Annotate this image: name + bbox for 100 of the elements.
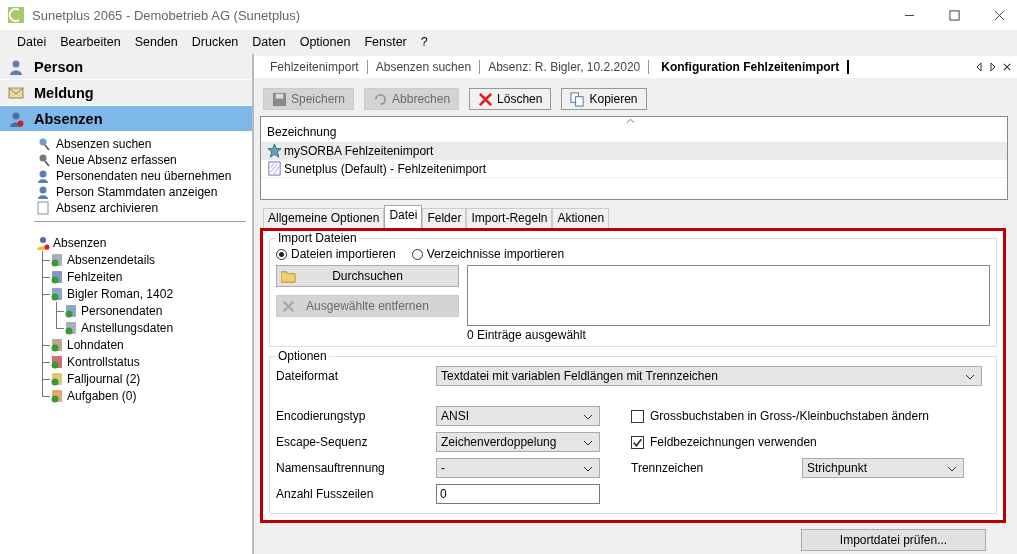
status-icon [64, 320, 78, 335]
checkbox-option[interactable]: Grossbuchstaben in Gross-/Kleinbuchstaben ändern [631, 409, 929, 423]
chevron-down-icon [583, 440, 593, 446]
document-tab[interactable]: Fehlzeitenimport [262, 60, 368, 74]
action-link[interactable]: Absenzen suchen [36, 136, 252, 152]
dropdown[interactable]: Textdatei mit variablen Feldlängen mit Trennzeichen [436, 366, 982, 386]
menu-item[interactable]: ? [413, 35, 435, 49]
radio-option[interactable]: Dateien importieren [276, 247, 396, 261]
tree-item[interactable]: Anstellungsdaten [64, 319, 252, 336]
field-label: Namensauftrennung [276, 461, 386, 475]
undo-icon [373, 91, 389, 107]
dropdown[interactable]: - [436, 458, 600, 478]
window-title: Sunetplus 2065 - Demobetrieb AG (Sunetplus) [32, 7, 301, 23]
tree-item[interactable]: Absenzendetails [50, 251, 252, 268]
nav-section[interactable]: Person [0, 54, 252, 79]
scroll-right-icon[interactable] [989, 62, 997, 72]
dropdown[interactable]: Zeichenverdoppelung [436, 432, 600, 452]
close-icon[interactable] [1003, 62, 1011, 72]
status-icon [50, 354, 64, 369]
action-link[interactable]: Neue Absenz erfassen [36, 152, 252, 168]
section-icon [8, 110, 24, 127]
menu-item[interactable]: Optionen [292, 35, 358, 49]
folder-icon [281, 270, 296, 283]
copy-icon [570, 91, 586, 107]
tree-item[interactable]: Bigler Roman, 1402 [50, 285, 252, 302]
checkbox-option[interactable]: Feldbezeichnungen verwenden [631, 435, 817, 449]
tab[interactable]: Allgemeine Optionen [263, 208, 385, 228]
menu-item[interactable]: Drucken [184, 35, 246, 49]
check-import-file-button[interactable]: Importdatei prüfen... [801, 529, 986, 551]
close-icon[interactable] [994, 9, 1005, 21]
status-icon [50, 337, 64, 352]
person-icon [36, 185, 50, 199]
maximize-icon[interactable] [949, 9, 960, 21]
menu-item[interactable]: Daten [245, 35, 293, 49]
status-icon [64, 303, 78, 318]
tab[interactable]: Aktionen [552, 208, 610, 228]
action-link[interactable]: Personendaten neu übernehmen [36, 168, 252, 184]
status-icon [50, 371, 64, 386]
person-icon [36, 169, 50, 183]
tab[interactable]: Felder [422, 208, 467, 228]
field-label: Encodierungstyp [276, 409, 367, 423]
section-icon [8, 58, 24, 75]
selection-count: 0 Einträge ausgewählt [467, 328, 587, 342]
input-field[interactable]: 0 [436, 484, 600, 504]
tab[interactable]: Import-Regeln [466, 208, 553, 228]
dropdown[interactable]: Strichpunkt [802, 458, 964, 478]
tree-item[interactable]: Absenzen [36, 234, 252, 251]
menu-item[interactable]: Datei [10, 35, 54, 49]
checkmark-icon [632, 436, 643, 448]
browse-button[interactable]: Durchsuchen [276, 265, 459, 287]
document-tab[interactable]: Absenzen suchen [367, 60, 481, 74]
tree-item[interactable]: Falljournal (2) [50, 370, 252, 387]
document-icon [267, 161, 282, 176]
chevron-down-icon [947, 466, 957, 472]
app-logo-icon [8, 7, 24, 23]
status-icon [50, 252, 64, 267]
tree-item[interactable]: Aufgaben (0) [50, 387, 252, 404]
field-label: Trennzeichen [631, 461, 705, 475]
column-header[interactable]: Bezeichnung [261, 117, 1007, 142]
dropdown[interactable]: ANSI [436, 406, 600, 426]
status-icon [50, 269, 64, 284]
menu-item[interactable]: Bearbeiten [53, 35, 128, 49]
person-icon [36, 235, 50, 250]
document-icon [36, 201, 50, 215]
chevron-down-icon [965, 374, 975, 380]
tree-item[interactable]: Lohndaten [50, 336, 252, 353]
options-group: Optionen Dateiformat Textdatei mit variablen Feldlängen mit Trennzeichen Encodierungstyp ANSI Grossbuchstaben in Gross-/Kleinbuchstaben ändern Escape-Sequenz Zeichenverdoppelung Feldbezeichnungen verwenden Namensauftrennung - Trennzeichen Strichpunkt Anzahl Fusszeilen 0 [269, 349, 997, 514]
status-icon [50, 286, 64, 301]
file-list[interactable] [467, 265, 990, 326]
toolbar-button[interactable]: Kopieren [561, 88, 647, 110]
star-icon [267, 143, 282, 158]
field-label: Escape-Sequenz [276, 435, 369, 449]
save-icon [272, 91, 287, 107]
field-label: Dateiformat [276, 369, 340, 383]
menu-item[interactable]: Fenster [357, 35, 414, 49]
import-files-group: Import Dateien Dateien importieren Verzeichnisse importieren Durchsuchen Ausgewählte entfernen 0 Einträge ausgewählt [269, 231, 997, 347]
sort-icon [626, 118, 635, 124]
tree-item[interactable]: Fehlzeiten [50, 268, 252, 285]
tree-item[interactable]: Personendaten [64, 302, 252, 319]
list-row[interactable]: Sunetplus (Default) - Fehlzeitenimport [261, 160, 1007, 178]
chevron-down-icon [583, 414, 593, 420]
document-tab[interactable]: Konfiguration Fehlzeitenimport [653, 60, 850, 74]
tree-item[interactable]: Kontrollstatus [50, 353, 252, 370]
field-label: Anzahl Fusszeilen [276, 487, 375, 501]
nav-section[interactable]: Meldung [0, 80, 252, 105]
scroll-left-icon[interactable] [975, 62, 983, 72]
tab[interactable]: Datei [384, 205, 423, 228]
status-icon [50, 388, 64, 403]
nav-section[interactable]: Absenzen [0, 106, 252, 131]
action-link[interactable]: Person Stammdaten anzeigen [36, 184, 252, 200]
menu-item[interactable]: Senden [127, 35, 185, 49]
document-tab[interactable]: Absenz: R. Bigler, 10.2.2020 [480, 60, 650, 74]
remove-icon [281, 300, 296, 313]
delete-icon [478, 91, 494, 107]
section-icon [8, 84, 24, 101]
radio-option[interactable]: Verzeichnisse importieren [411, 247, 565, 261]
chevron-down-icon [583, 466, 593, 472]
action-link[interactable]: Absenz archivieren [36, 200, 252, 216]
list-row[interactable]: mySORBA Fehlzeitenimport [261, 142, 1007, 160]
toolbar-button[interactable]: Löschen [469, 88, 552, 110]
